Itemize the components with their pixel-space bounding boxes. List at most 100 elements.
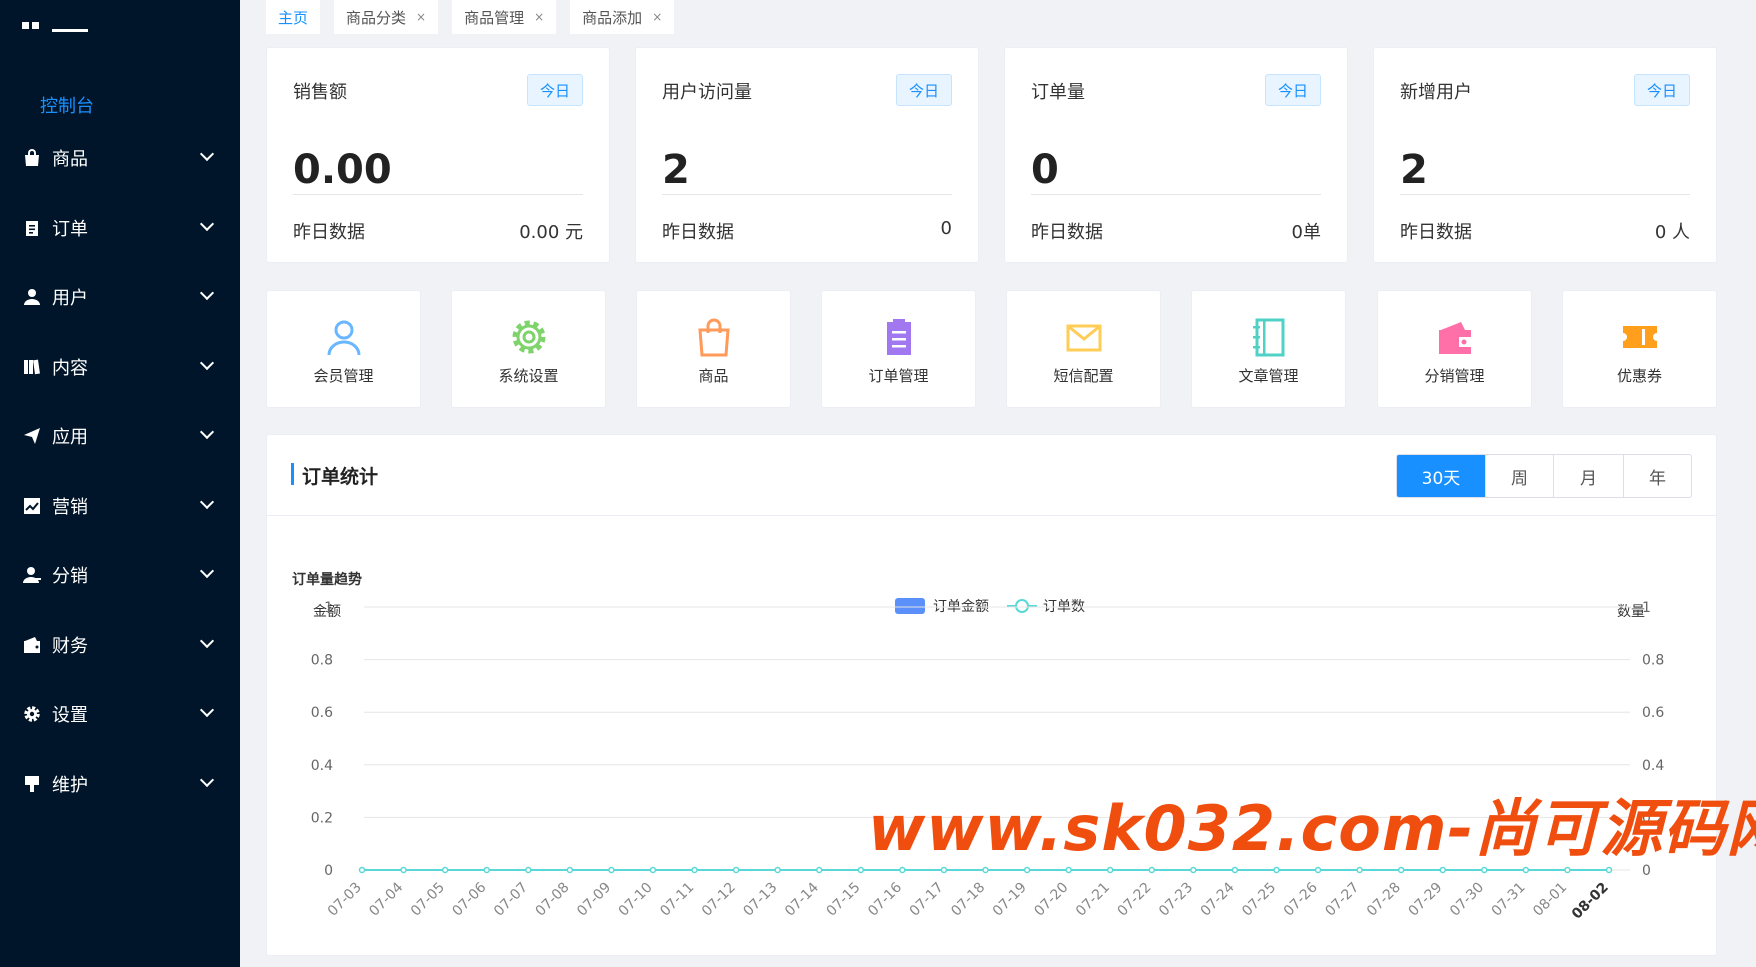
sidebar-item-2[interactable]: 用户 [0, 277, 240, 317]
y-axis-label-right: 数量 [1617, 604, 1645, 620]
data-point[interactable] [441, 866, 449, 874]
data-point[interactable] [815, 866, 823, 874]
data-point[interactable] [899, 866, 906, 874]
shortcut-tile[interactable]: 系统设置 [451, 290, 606, 408]
chevron-down-icon [199, 285, 215, 301]
order-trend-chart: 订单量趋势金额 数量订单金额 订单数0 00.2 0.20.4 0.40.6 0.60.8 0… [292, 571, 1664, 922]
data-point[interactable] [1397, 866, 1405, 874]
x-tick: 07-16 [865, 879, 905, 919]
x-tick: 07-23 [1156, 880, 1196, 920]
shortcut-tile[interactable]: 分销管理 [1377, 290, 1532, 408]
period-button[interactable]: 周 [1485, 455, 1553, 497]
shortcut-tile[interactable]: 会员管理 [266, 290, 421, 408]
data-point[interactable] [1023, 866, 1031, 874]
shortcut-tile[interactable]: 商品 [636, 290, 791, 408]
tool-icon [22, 774, 42, 794]
data-point[interactable] [1190, 866, 1197, 874]
sidebar-item-label: 内容 [52, 357, 88, 379]
shortcut-tile[interactable]: 短信配置 [1006, 290, 1161, 408]
shortcut-tile[interactable]: 文章管理 [1191, 290, 1346, 408]
x-tick: 07-25 [1239, 880, 1279, 920]
data-point[interactable] [1231, 866, 1239, 874]
data-point[interactable] [1481, 866, 1488, 874]
y-tick-left: 0.6 [311, 705, 333, 721]
legend-bar-swatch[interactable] [895, 598, 925, 614]
close-icon[interactable]: × [534, 10, 544, 24]
x-tick: 07-21 [1073, 880, 1113, 920]
period-button[interactable]: 年 [1623, 455, 1691, 497]
x-tick: 07-28 [1364, 880, 1404, 920]
tab-label: 商品分类 [346, 8, 407, 27]
x-tick: 07-24 [1198, 879, 1238, 919]
period-selector: 30天周月年 [1396, 454, 1692, 498]
chart-title: 订单量趋势 [292, 571, 362, 588]
period-button[interactable]: 30天 [1397, 455, 1485, 497]
period-button[interactable]: 月 [1553, 455, 1623, 497]
shortcut-tile[interactable]: 优惠券 [1562, 290, 1717, 408]
data-point[interactable] [483, 866, 490, 874]
data-point[interactable] [857, 866, 865, 874]
sidebar-item-3[interactable]: 内容 [0, 347, 240, 387]
data-point[interactable] [940, 866, 948, 874]
stat-value: 2 [1400, 147, 1428, 193]
chevron-down-icon [199, 702, 215, 718]
tab-3[interactable]: 商品添加 × [570, 0, 675, 34]
close-icon[interactable]: × [652, 10, 662, 24]
data-point[interactable] [982, 866, 989, 874]
ticket-icon [1620, 317, 1660, 357]
data-point[interactable] [1356, 866, 1363, 874]
yesterday-value: 0.00 元 [519, 222, 583, 243]
clipboard-icon [22, 218, 42, 238]
x-tick: 07-15 [824, 880, 864, 920]
data-point[interactable] [400, 866, 407, 874]
sidebar-item-8[interactable]: 设置 [0, 694, 240, 734]
data-point[interactable] [732, 866, 740, 874]
sidebar-item-1[interactable]: 订单 [0, 208, 240, 248]
data-point[interactable] [608, 866, 615, 874]
yesterday-label: 昨日数据 [293, 222, 365, 243]
shortcut-tile[interactable]: 订单管理 [821, 290, 976, 408]
sidebar-item-9[interactable]: 维护 [0, 764, 240, 804]
shortcut-label: 分销管理 [1424, 367, 1485, 385]
tab-1[interactable]: 商品分类 × [334, 0, 439, 34]
stat-value: 2 [662, 147, 690, 193]
x-tick: 07-09 [574, 880, 614, 920]
sidebar-item-label: 维护 [52, 774, 88, 796]
data-point[interactable] [1065, 866, 1072, 874]
sidebar-item-label: 财务 [52, 635, 88, 657]
data-point[interactable] [1106, 866, 1114, 874]
close-icon[interactable]: × [416, 10, 426, 24]
sidebar-logo [52, 29, 88, 32]
data-point[interactable] [649, 866, 657, 874]
x-tick: 07-06 [449, 879, 489, 919]
x-tick: 07-10 [616, 880, 656, 920]
x-tick: 07-07 [491, 880, 531, 920]
yesterday-value: 0 人 [1654, 222, 1690, 243]
sidebar-item-label: 应用 [52, 427, 88, 448]
data-point[interactable] [1314, 866, 1322, 874]
sidebar-item-7[interactable]: 财务 [0, 625, 240, 665]
sidebar-item-4[interactable]: 应用 [0, 416, 240, 456]
data-point[interactable] [1148, 866, 1156, 874]
x-tick: 07-12 [699, 880, 739, 920]
sidebar-item-5[interactable]: 营销 [0, 486, 240, 526]
tab-0[interactable]: 主页 [266, 0, 321, 34]
data-point[interactable] [566, 866, 574, 874]
sidebar-item-dashboard[interactable]: 控制台 [40, 92, 94, 118]
data-point[interactable] [1273, 866, 1280, 874]
menu-grid-icon[interactable] [22, 22, 40, 34]
data-point[interactable] [358, 866, 366, 874]
today-badge: 今日 [1634, 74, 1690, 106]
data-point[interactable] [1564, 866, 1571, 874]
y-tick-left: 0 [324, 863, 333, 879]
tab-2[interactable]: 商品管理 × [452, 0, 557, 34]
data-point[interactable] [691, 866, 698, 874]
sidebar-item-6[interactable]: 分销 [0, 555, 240, 595]
data-point[interactable] [1439, 866, 1446, 874]
data-point[interactable] [525, 866, 532, 874]
data-point[interactable] [774, 866, 781, 874]
data-point[interactable] [1605, 866, 1613, 874]
y-tick-left: 0.8 [311, 653, 333, 669]
sidebar-item-0[interactable]: 商品 [0, 138, 240, 178]
data-point[interactable] [1522, 866, 1530, 874]
